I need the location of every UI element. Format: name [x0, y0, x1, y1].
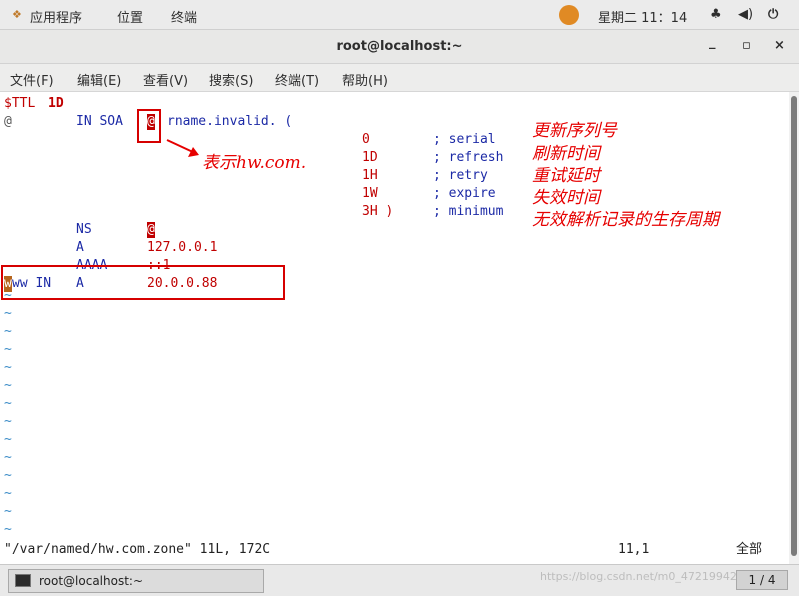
a-record-type: A	[76, 240, 84, 255]
window-title: root@localhost:~	[336, 39, 463, 54]
a-record-value: 127.0.0.1	[147, 240, 218, 255]
ns-record-type: NS	[76, 222, 92, 237]
origin-at: @	[4, 114, 12, 129]
taskbar-window-label: root@localhost:~	[39, 574, 144, 588]
refresh-comment: ; refresh	[433, 150, 504, 165]
expire-comment: ; expire	[433, 186, 496, 201]
menu-view[interactable]: 查看(V)	[143, 70, 188, 89]
menu-file[interactable]: 文件(F)	[10, 70, 54, 89]
scrollbar[interactable]	[789, 92, 799, 564]
ns-record-value: @	[147, 222, 155, 238]
maximize-button[interactable]: ▫	[742, 38, 751, 53]
menu-edit[interactable]: 编辑(E)	[77, 70, 121, 89]
taskbar-window-button[interactable]: root@localhost:~	[8, 569, 264, 593]
terminal-icon	[15, 574, 31, 587]
annotation-minimum: 无效解析记录的生存周期	[532, 210, 719, 230]
retry-value: 1H	[362, 168, 378, 183]
terminal-area[interactable]: $TTL 1D @ IN SOA @ rname.invalid. ( 0 ; …	[0, 92, 789, 564]
workspace-pager[interactable]: 1 / 4	[736, 570, 788, 590]
empty-line-marker: ~	[4, 486, 12, 501]
top-panel: ❖ 应用程序 位置 终端 星期二 11：14 ♣ ◀) ⏻	[0, 0, 799, 30]
power-icon[interactable]: ⏻	[768, 7, 778, 22]
ttl-directive: $TTL	[4, 96, 36, 111]
status-all: 全部	[736, 542, 763, 557]
serial-value: 0	[362, 132, 370, 147]
places-menu[interactable]: 位置	[117, 7, 143, 26]
empty-line-marker: ~	[4, 306, 12, 321]
soa-rname: rname.invalid. (	[167, 114, 293, 129]
network-icon[interactable]: ♣	[710, 7, 722, 22]
at-highlight-box	[137, 109, 161, 143]
menu-help[interactable]: 帮助(H)	[342, 70, 388, 89]
empty-line-marker: ~	[4, 342, 12, 357]
empty-line-marker: ~	[4, 324, 12, 339]
empty-line-marker: ~	[4, 504, 12, 519]
status-position: 11,1	[618, 542, 650, 557]
menu-bar: 文件(F) 编辑(E) 查看(V) 搜索(S) 终端(T) 帮助(H)	[0, 64, 799, 92]
minimize-button[interactable]: _	[709, 35, 716, 50]
empty-line-marker: ~	[4, 522, 12, 537]
close-button[interactable]: ×	[774, 38, 785, 53]
empty-line-marker: ~	[4, 432, 12, 447]
minimum-comment: ; minimum	[433, 204, 504, 219]
watermark: https://blog.csdn.net/m0_47219942	[540, 570, 737, 583]
menu-search[interactable]: 搜索(S)	[209, 70, 253, 89]
update-icon[interactable]	[559, 5, 579, 25]
annotation-serial: 更新序列号	[532, 121, 617, 141]
empty-line-marker: ~	[4, 396, 12, 411]
menu-terminal[interactable]: 终端(T)	[275, 70, 319, 89]
scrollbar-thumb[interactable]	[791, 96, 797, 556]
ttl-value: 1D	[48, 96, 64, 111]
annotation-at-meaning: 表示hw.com.	[202, 153, 307, 173]
terminal-menu[interactable]: 终端	[171, 7, 197, 26]
annotation-arrow	[166, 139, 199, 157]
empty-line-marker: ~	[4, 450, 12, 465]
status-filename: "/var/named/hw.com.zone" 11L, 172C	[4, 542, 271, 557]
minimum-value: 3H )	[362, 204, 394, 219]
empty-line-marker: ~	[4, 414, 12, 429]
refresh-value: 1D	[362, 150, 378, 165]
soa-keyword: IN SOA	[76, 114, 123, 129]
empty-line-marker: ~	[4, 468, 12, 483]
www-record-highlight-box	[1, 265, 285, 300]
retry-comment: ; retry	[433, 168, 488, 183]
applications-menu[interactable]: 应用程序	[30, 7, 82, 26]
expire-value: 1W	[362, 186, 378, 201]
volume-icon[interactable]: ◀)	[738, 7, 753, 22]
empty-line-marker: ~	[4, 360, 12, 375]
apps-icon: ❖	[12, 8, 22, 21]
empty-line-marker: ~	[4, 378, 12, 393]
clock[interactable]: 星期二 11：14	[598, 7, 687, 26]
window-titlebar: root@localhost:~ _ ▫ ×	[0, 30, 799, 64]
serial-comment: ; serial	[433, 132, 496, 147]
